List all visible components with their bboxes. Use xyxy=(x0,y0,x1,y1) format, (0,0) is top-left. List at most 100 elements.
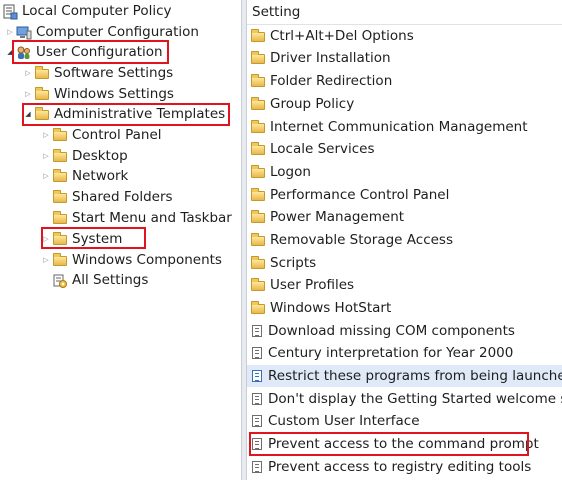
tree-label: Network xyxy=(72,168,129,184)
list-item-label: Internet Communication Management xyxy=(270,119,528,135)
tree-node-windows-components[interactable]: ▷ Windows Components xyxy=(40,250,222,270)
column-header-setting[interactable]: Setting xyxy=(247,0,562,25)
tree-node-local-computer-policy[interactable]: Local Computer Policy xyxy=(2,1,172,21)
list-item-folder[interactable]: Performance Control Panel xyxy=(247,184,562,206)
folder-icon xyxy=(35,87,49,100)
tree-label: All Settings xyxy=(72,272,149,288)
expand-icon[interactable]: ▷ xyxy=(4,22,16,42)
folder-icon xyxy=(251,188,265,201)
settings-list: Setting Ctrl+Alt+Del Options Driver Inst… xyxy=(247,0,562,480)
tree-label: System xyxy=(72,231,123,247)
list-item-setting[interactable]: Don't display the Getting Started welcom… xyxy=(247,388,562,410)
list-item-label: Driver Installation xyxy=(270,50,391,66)
list-item-label: Locale Services xyxy=(270,141,375,157)
expand-icon[interactable]: ▷ xyxy=(40,146,52,166)
list-item-folder[interactable]: Folder Redirection xyxy=(247,70,562,92)
folder-icon xyxy=(53,211,67,224)
policy-document-icon xyxy=(2,4,18,20)
all-settings-icon xyxy=(52,273,68,288)
list-item-label: Logon xyxy=(270,164,311,180)
tree-label: Shared Folders xyxy=(72,189,173,205)
expand-icon[interactable]: ▷ xyxy=(22,84,34,104)
list-item-label: Download missing COM components xyxy=(268,323,515,339)
expand-icon[interactable]: ▷ xyxy=(22,63,34,83)
list-item-label: Power Management xyxy=(270,209,405,225)
tree-node-administrative-templates[interactable]: ◢ Administrative Templates xyxy=(22,104,225,124)
list-item-label: Removable Storage Access xyxy=(270,232,453,248)
folder-icon xyxy=(251,74,265,87)
list-item-setting[interactable]: Custom User Interface xyxy=(247,410,562,432)
tree-label: User Configuration xyxy=(36,44,163,60)
list-item-label: Prevent access to registry editing tools xyxy=(268,459,532,475)
tree-node-system[interactable]: ▷ System xyxy=(40,229,122,249)
folder-icon xyxy=(53,169,67,182)
list-item-folder[interactable]: User Profiles xyxy=(247,274,562,296)
folder-icon xyxy=(53,232,67,245)
tree-node-shared-folders[interactable]: Shared Folders xyxy=(52,187,173,207)
tree-node-user-configuration[interactable]: ◢ User Configuration xyxy=(4,42,163,62)
folder-icon xyxy=(53,149,67,162)
tree-node-computer-configuration[interactable]: ▷ Computer Configuration xyxy=(4,22,199,42)
column-header-label: Setting xyxy=(252,4,301,20)
folder-icon xyxy=(251,210,265,223)
list-item-folder[interactable]: Removable Storage Access xyxy=(247,229,562,251)
folder-icon xyxy=(35,66,49,79)
list-item-label: Windows HotStart xyxy=(270,300,392,316)
list-item-setting[interactable]: Download missing COM components xyxy=(247,320,562,342)
folder-icon xyxy=(251,142,265,155)
tree-label: Software Settings xyxy=(54,65,174,81)
list-item-setting-selected[interactable]: Restrict these programs from being launc… xyxy=(247,365,562,387)
tree-label: Local Computer Policy xyxy=(22,3,172,19)
tree-node-software-settings[interactable]: ▷ Software Settings xyxy=(22,63,173,83)
list-item-label: Group Policy xyxy=(270,96,355,112)
folder-icon xyxy=(251,233,265,246)
list-item-setting[interactable]: Prevent access to registry editing tools xyxy=(247,456,562,478)
list-item-label: User Profiles xyxy=(270,277,355,293)
policy-setting-icon xyxy=(252,393,262,405)
folder-icon xyxy=(53,253,67,266)
folder-icon xyxy=(53,128,67,141)
tree-label: Control Panel xyxy=(72,127,162,143)
list-item-label: Custom User Interface xyxy=(268,413,420,429)
folder-icon xyxy=(35,107,49,120)
collapse-icon[interactable]: ◢ xyxy=(22,104,34,124)
folder-icon xyxy=(251,120,265,133)
tree-node-desktop[interactable]: ▷ Desktop xyxy=(40,146,128,166)
folder-icon xyxy=(251,165,265,178)
list-item-folder[interactable]: Internet Communication Management xyxy=(247,116,562,138)
list-item-folder[interactable]: Logon xyxy=(247,161,562,183)
tree-node-windows-settings[interactable]: ▷ Windows Settings xyxy=(22,84,174,104)
navigation-tree: Local Computer Policy ▷ Computer Configu… xyxy=(0,0,241,480)
list-item-folder[interactable]: Ctrl+Alt+Del Options xyxy=(247,25,562,47)
policy-setting-icon xyxy=(252,347,262,359)
expand-icon[interactable]: ▷ xyxy=(40,125,52,145)
list-item-setting[interactable]: Century interpretation for Year 2000 xyxy=(247,342,562,364)
folder-icon xyxy=(53,190,67,203)
list-item-folder[interactable]: Power Management xyxy=(247,206,562,228)
tree-node-all-settings[interactable]: All Settings xyxy=(52,270,148,290)
expand-icon[interactable]: ▷ xyxy=(40,166,52,186)
list-item-folder[interactable]: Locale Services xyxy=(247,138,562,160)
list-item-folder[interactable]: Scripts xyxy=(247,252,562,274)
collapse-icon[interactable]: ◢ xyxy=(4,42,16,62)
tree-node-network[interactable]: ▷ Network xyxy=(40,166,128,186)
list-item-label: Scripts xyxy=(270,255,317,271)
tree-node-start-menu-and-taskbar[interactable]: Start Menu and Taskbar xyxy=(52,208,232,228)
tree-node-control-panel[interactable]: ▷ Control Panel xyxy=(40,125,162,145)
expand-icon[interactable]: ▷ xyxy=(40,229,52,249)
tree-label: Desktop xyxy=(72,148,128,164)
list-item-label: Don't display the Getting Started welcom… xyxy=(268,391,562,407)
users-icon xyxy=(16,45,32,59)
list-item-folder[interactable]: Group Policy xyxy=(247,93,562,115)
folder-icon xyxy=(251,301,265,314)
list-item-setting[interactable]: Prevent access to the command prompt xyxy=(247,433,562,455)
tree-label: Start Menu and Taskbar xyxy=(72,210,232,226)
folder-icon xyxy=(251,278,265,291)
policy-setting-icon xyxy=(252,415,262,427)
list-item-label: Performance Control Panel xyxy=(270,187,450,203)
list-item-label: Prevent access to the command prompt xyxy=(268,436,539,452)
folder-icon xyxy=(251,97,265,110)
expand-icon[interactable]: ▷ xyxy=(40,250,52,270)
list-item-folder[interactable]: Windows HotStart xyxy=(247,297,562,319)
list-item-folder[interactable]: Driver Installation xyxy=(247,47,562,69)
